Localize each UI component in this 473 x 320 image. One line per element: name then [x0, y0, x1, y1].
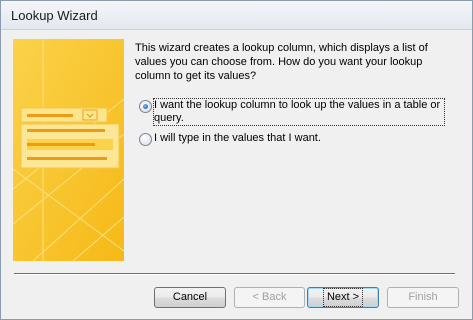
next-button-label: Next >: [322, 288, 364, 307]
separator: [14, 273, 455, 275]
finish-button[interactable]: Finish: [387, 287, 459, 308]
option-label[interactable]: I will type in the values that I want.: [154, 132, 321, 145]
lookup-wizard-dialog: Lookup Wizard This wizard creates a look…: [0, 0, 473, 320]
wizard-illustration: [13, 39, 124, 261]
radio-button-selected[interactable]: [139, 100, 152, 113]
cancel-button[interactable]: Cancel: [154, 287, 226, 308]
back-button[interactable]: < Back: [234, 287, 305, 308]
cancel-button-label: Cancel: [172, 291, 208, 303]
window-title: Lookup Wizard: [11, 8, 98, 23]
finish-button-label: Finish: [408, 291, 438, 303]
next-button[interactable]: Next >: [307, 287, 379, 308]
back-button-label: < Back: [252, 291, 287, 303]
lookup-list-icon: [13, 39, 124, 261]
wizard-description: This wizard creates a lookup column, whi…: [135, 42, 428, 82]
radio-button-unselected[interactable]: [139, 133, 152, 146]
title-bar[interactable]: Lookup Wizard: [1, 1, 472, 30]
option-label[interactable]: I want the lookup column to look up the …: [153, 98, 445, 126]
